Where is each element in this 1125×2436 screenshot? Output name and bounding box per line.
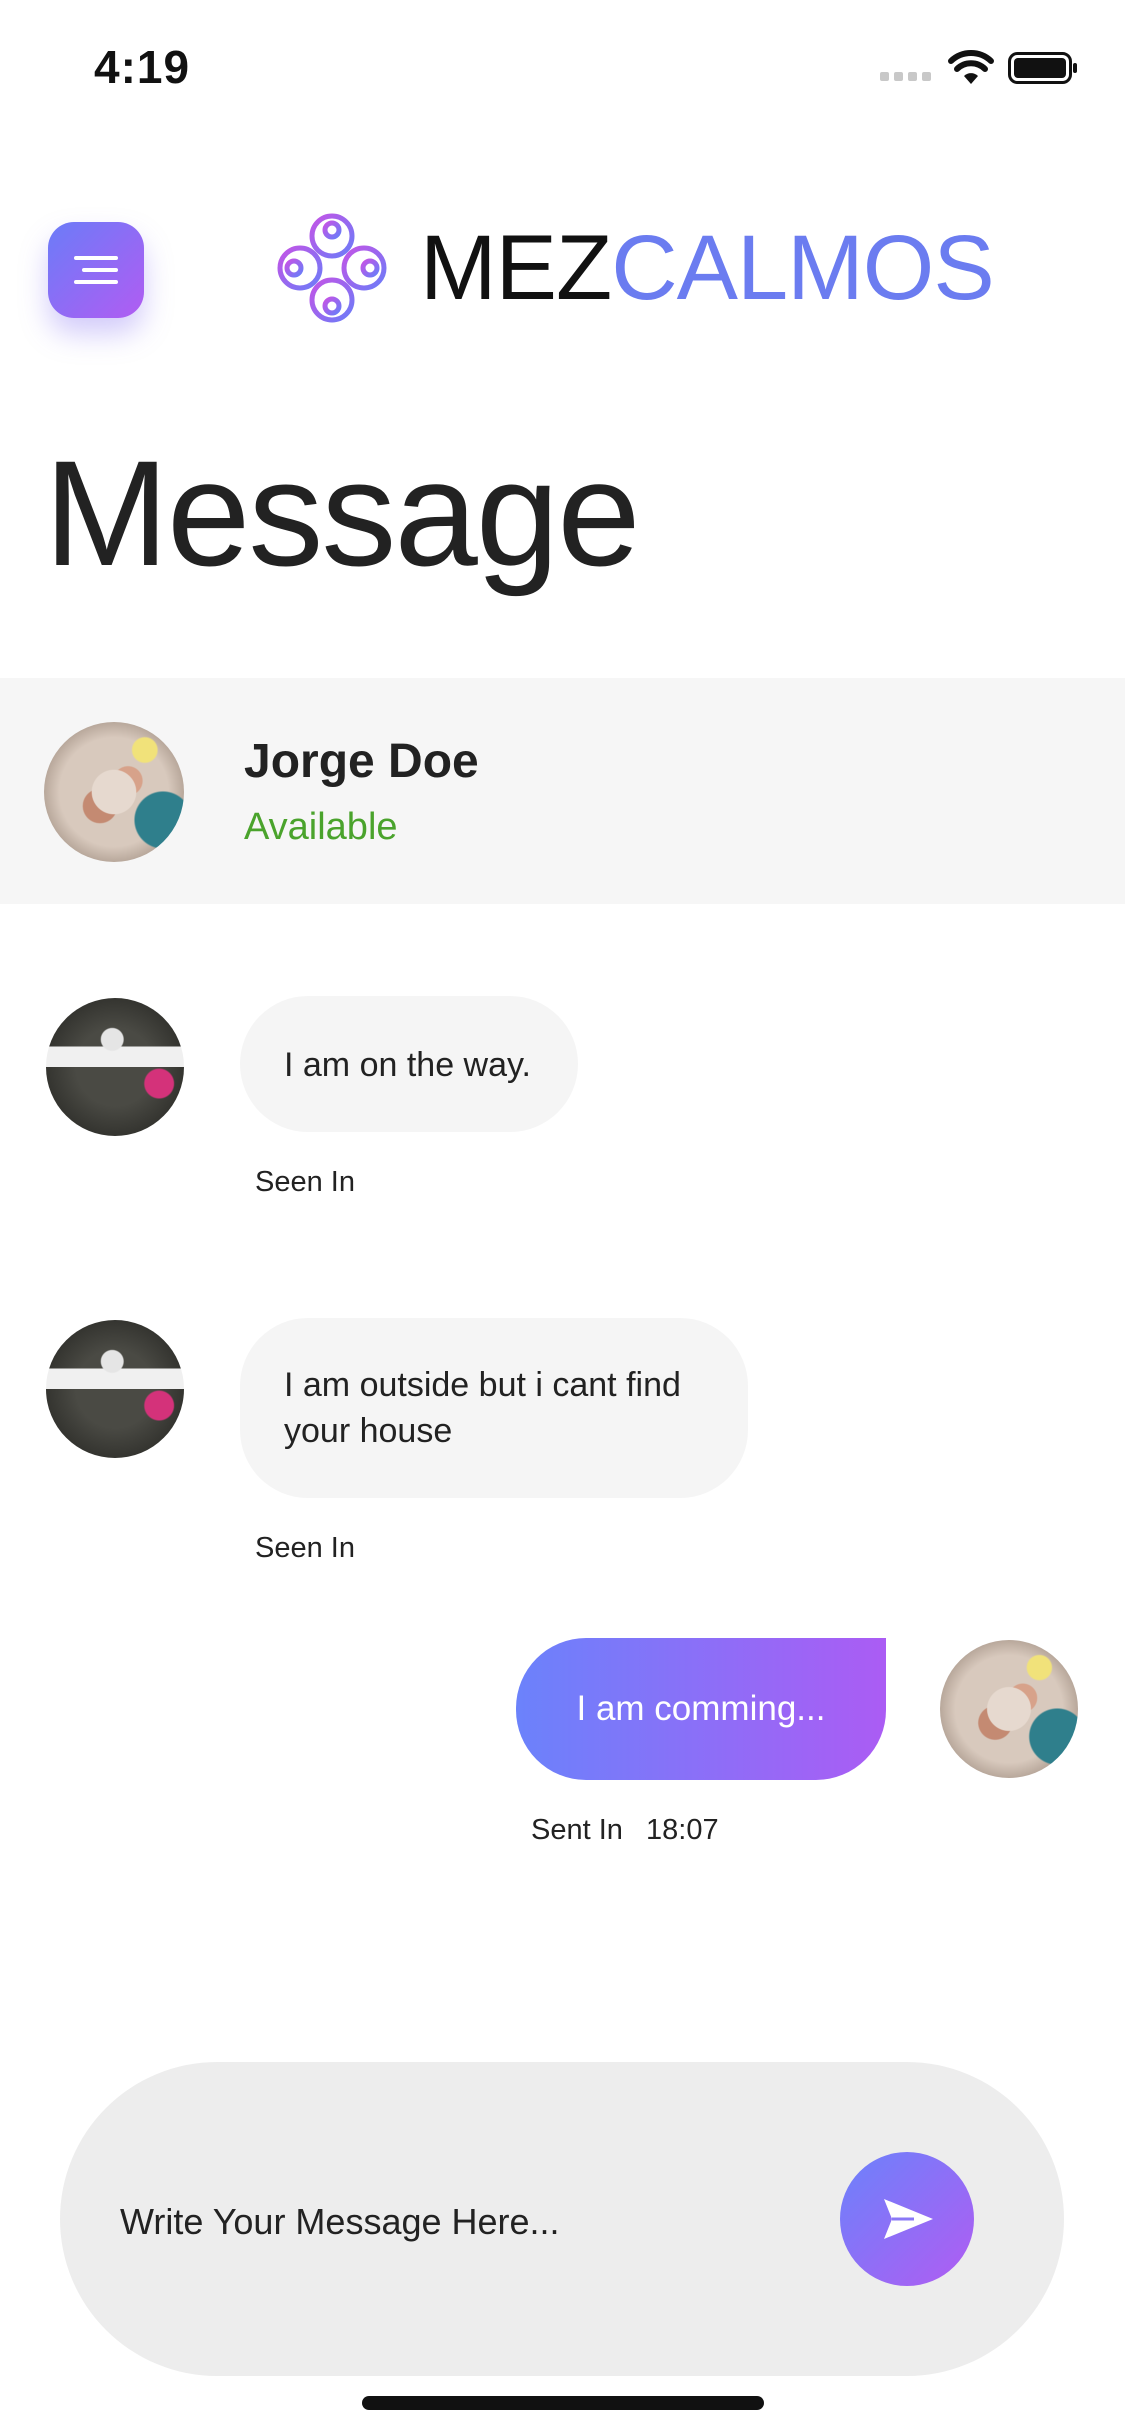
brand-logo-text: MEZCALMOS [420, 217, 995, 319]
menu-icon-line [74, 256, 118, 260]
my-avatar[interactable] [940, 1640, 1078, 1778]
message-text: I am comming... [576, 1689, 826, 1728]
menu-icon-line [82, 268, 118, 272]
page-title: Message [44, 429, 641, 597]
sender-avatar[interactable] [46, 998, 184, 1136]
send-button[interactable] [840, 2152, 974, 2286]
contact-name: Jorge Doe [244, 735, 479, 788]
menu-button[interactable] [48, 222, 144, 318]
message-bubble[interactable]: I am outside but i cant find your house [240, 1318, 748, 1498]
brand-name-part1: MEZ [420, 217, 612, 319]
contact-status: Available [244, 806, 398, 848]
brand-logo-icon [277, 213, 387, 323]
contact-avatar[interactable] [44, 722, 184, 862]
message-status: Seen In [255, 1532, 355, 1564]
message-text: I am on the way. [284, 1046, 531, 1084]
message-status: Sent In [531, 1814, 623, 1846]
brand-name-part2: CALMOS [611, 217, 995, 319]
message-input[interactable] [120, 2190, 800, 2254]
battery-icon [1008, 52, 1077, 84]
sender-avatar[interactable] [46, 1320, 184, 1458]
status-time: 4:19 [94, 41, 191, 93]
wifi-icon [948, 50, 994, 84]
message-time: 18:07 [646, 1814, 719, 1846]
send-icon [884, 2199, 933, 2239]
message-bubble[interactable]: I am on the way. [240, 996, 578, 1132]
message-text: I am outside but i cant find your house [284, 1366, 681, 1450]
home-indicator [362, 2396, 764, 2410]
message-status: Seen In [255, 1166, 355, 1198]
sent-message-bubble[interactable]: I am comming... [516, 1638, 886, 1780]
menu-icon-line [74, 280, 118, 284]
cellular-signal-icon [880, 72, 934, 82]
